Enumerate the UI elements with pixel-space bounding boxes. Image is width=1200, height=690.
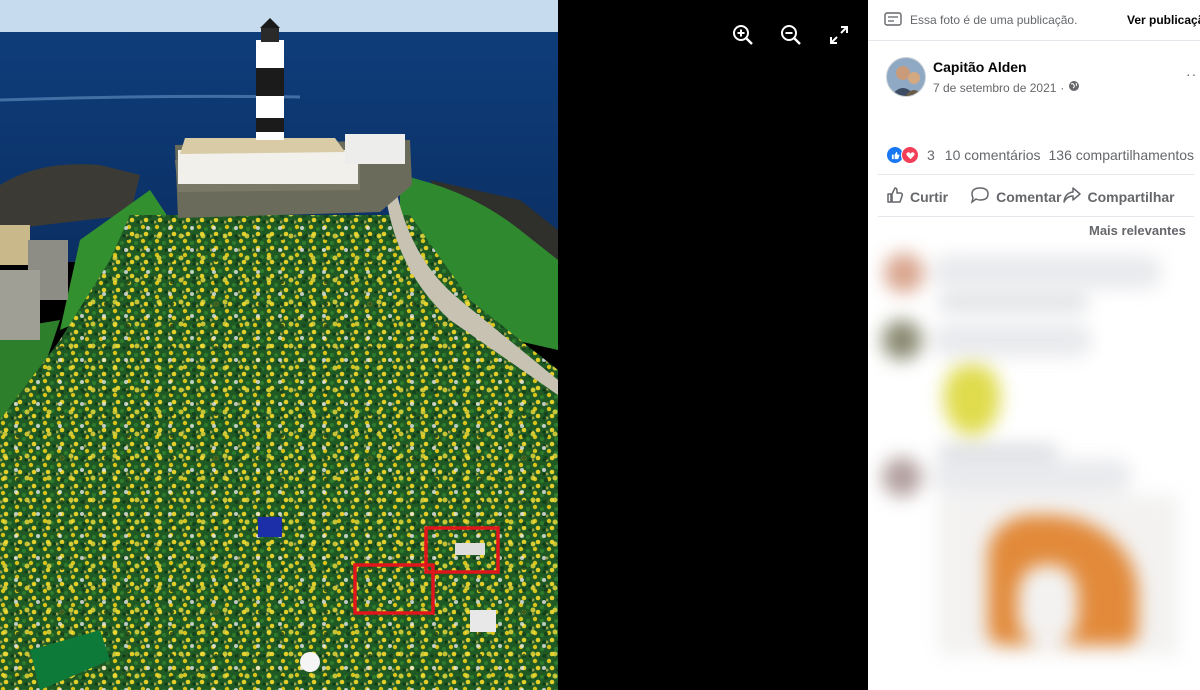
zoom-in-icon[interactable] [728, 20, 758, 50]
share-icon [1063, 186, 1082, 207]
reactions-summary[interactable]: 3 10 comentários 136 compartilhamentos [886, 146, 1194, 164]
shares-count[interactable]: 136 compartilhamentos [1049, 147, 1195, 163]
avatar [884, 253, 924, 293]
share-label: Compartilhar [1087, 188, 1175, 205]
comment-bubble [932, 459, 1132, 493]
like-button[interactable]: Curtir [886, 186, 948, 207]
comment-label: Comentar [996, 188, 1062, 205]
like-label: Curtir [910, 188, 949, 205]
more-options-icon[interactable]: ·· [1186, 66, 1197, 82]
divider [878, 216, 1194, 217]
post-photo[interactable] [0, 0, 558, 690]
notice-text: Essa foto é de uma publicação. [910, 13, 1078, 27]
globe-icon [1068, 80, 1080, 95]
post-icon [884, 12, 902, 31]
comment-meta [938, 445, 1058, 457]
photo-viewer [0, 0, 868, 690]
avatar[interactable] [886, 57, 926, 97]
avatar [882, 457, 922, 497]
divider [878, 174, 1194, 175]
post-meta: 7 de setembro de 2021 · [933, 80, 1080, 95]
avatar [882, 320, 922, 360]
author-name[interactable]: Capitão Alden [933, 59, 1027, 75]
fullscreen-icon[interactable] [824, 20, 854, 50]
love-icon [901, 146, 919, 164]
comment-meta [938, 297, 1088, 309]
zoom-out-icon[interactable] [776, 20, 806, 50]
comment-image [938, 495, 1178, 655]
meta-separator: · [1060, 80, 1065, 95]
comment-icon [970, 186, 990, 207]
share-button[interactable]: Compartilhar [1063, 186, 1175, 207]
comment-bubble [932, 255, 1162, 289]
post-actions: Curtir Comentar Compartilhar [886, 186, 1175, 207]
post-date[interactable]: 7 de setembro de 2021 [933, 81, 1056, 95]
thumbs-up-icon [886, 186, 904, 207]
comments-list-blurred [868, 245, 1200, 690]
comments-count[interactable]: 10 comentários [945, 147, 1041, 163]
reaction-count: 3 [927, 147, 935, 163]
view-post-link[interactable]: Ver publicação [1127, 13, 1200, 27]
comment-sticker [944, 365, 1000, 435]
post-notice-bar: Essa foto é de uma publicação. Ver publi… [868, 0, 1200, 41]
comment-bubble [932, 323, 1092, 357]
comment-sort-dropdown[interactable]: Mais relevantes [1089, 223, 1186, 238]
comment-button[interactable]: Comentar [970, 186, 1061, 207]
post-side-panel: Essa foto é de uma publicação. Ver publi… [868, 0, 1200, 690]
